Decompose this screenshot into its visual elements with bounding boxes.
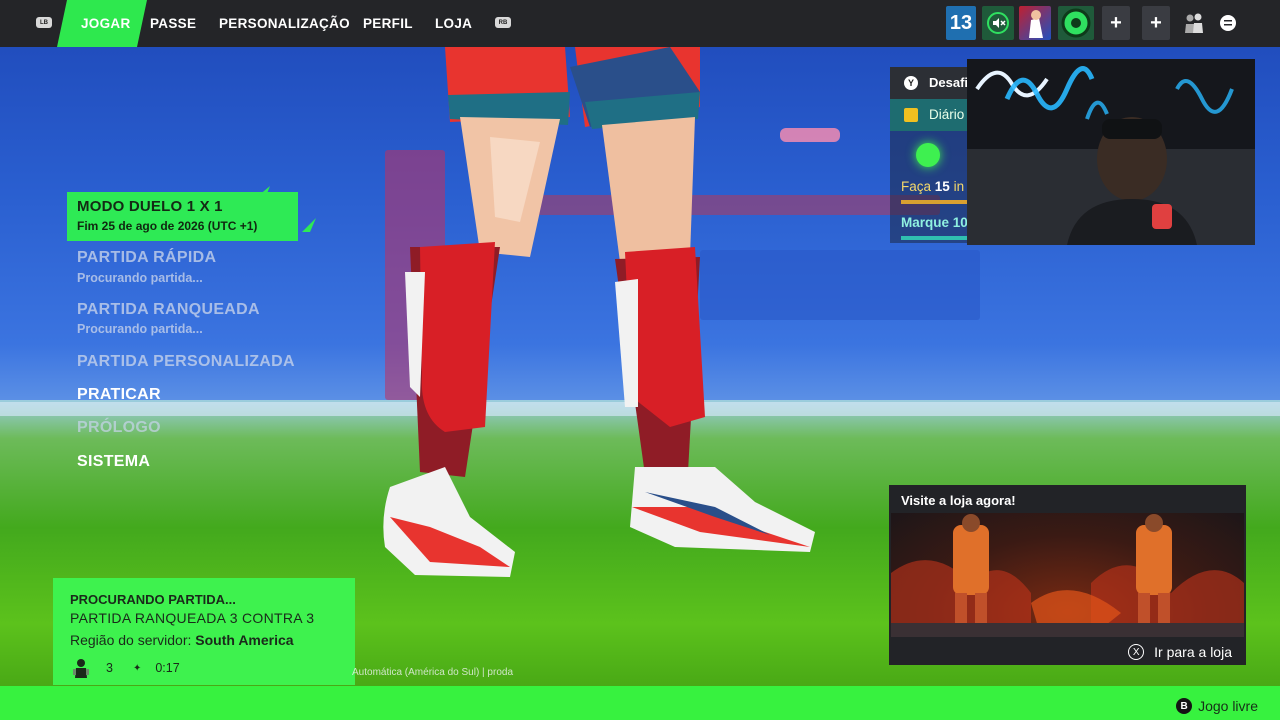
tab-jogar[interactable]: JOGAR: [81, 0, 131, 47]
duel-mode-card[interactable]: MODO DUELO 1 X 1 Fim 25 de ago de 2026 (…: [67, 192, 298, 241]
search-timer: 0:17: [155, 661, 180, 675]
lb-bumper-icon[interactable]: LB: [36, 17, 52, 28]
menu-prologo[interactable]: PRÓLOGO: [77, 419, 161, 437]
challenge-task-1: Faça 15 in: [901, 179, 964, 194]
challenge-task-2: Marque 10: [901, 215, 968, 230]
menu-partida-rapida[interactable]: PARTIDA RÁPIDA: [77, 249, 216, 267]
matchmaking-mode: PARTIDA RANQUEADA 3 CONTRA 3: [70, 610, 315, 626]
x-button-icon: X: [1128, 644, 1145, 660]
daily-tab-label: Diário: [929, 107, 965, 122]
ticket-icon: [904, 108, 918, 122]
tab-personalizacao[interactable]: PERSONALIZAÇÃO: [219, 0, 350, 47]
server-region-label: Região do servidor:: [70, 632, 192, 648]
store-promo-panel[interactable]: Visite a loja agora! X Ir para a loja: [889, 485, 1246, 665]
matchmaking-stats: 3 ✦ 0:17: [70, 658, 180, 678]
matchmaking-title: PROCURANDO PARTIDA...: [70, 592, 236, 607]
ball-icon[interactable]: [1058, 6, 1094, 40]
store-promo-image: [891, 513, 1244, 637]
menu-partida-rapida-status: Procurando partida...: [77, 271, 203, 285]
webcam-feed: [967, 59, 1255, 245]
level-badge[interactable]: 13: [946, 6, 976, 40]
server-region-value: South America: [195, 632, 294, 648]
menu-partida-ranqueada[interactable]: PARTIDA RANQUEADA: [77, 301, 260, 319]
task-1-prefix: Faça: [901, 179, 932, 194]
bottom-bar: B Jogo livre: [0, 686, 1280, 720]
avatar-icon[interactable]: [1019, 6, 1051, 40]
duel-mode-subtitle: Fim 25 de ago de 2026 (UTC +1): [77, 219, 258, 233]
webcam-overlay: [967, 59, 1255, 245]
rb-bumper-icon[interactable]: RB: [495, 17, 511, 28]
menu-sistema[interactable]: SISTEMA: [77, 453, 150, 471]
top-nav-bar: LB JOGAR PASSE PERSONALIZAÇÃO PERFIL LOJ…: [0, 0, 1280, 47]
player-legs: [383, 47, 815, 577]
challenges-title: Desafi: [929, 75, 969, 90]
players-icon: [73, 659, 89, 678]
progress-orb-icon: [916, 143, 940, 167]
mute-icon[interactable]: [982, 6, 1014, 40]
tab-passe[interactable]: PASSE: [150, 0, 196, 47]
store-promo-title: Visite a loja agora!: [901, 493, 1016, 508]
party-icon[interactable]: [1180, 6, 1208, 40]
go-to-store-button[interactable]: X Ir para a loja: [1128, 644, 1232, 660]
free-play-label: Jogo livre: [1198, 698, 1258, 714]
tab-loja[interactable]: LOJA: [435, 0, 472, 47]
accent-flash-icon: [302, 218, 316, 232]
plus-icon[interactable]: +: [1102, 6, 1130, 40]
players-count: 3: [106, 661, 113, 675]
task-1-suffix: in: [953, 179, 965, 194]
server-region: Região do servidor: South America: [70, 632, 294, 648]
matchmaking-panel: PROCURANDO PARTIDA... PARTIDA RANQUEADA …: [53, 578, 355, 685]
menu-partida-personalizada[interactable]: PARTIDA PERSONALIZADA: [77, 353, 295, 371]
free-play-button[interactable]: B Jogo livre: [1176, 698, 1258, 714]
timer-icon: ✦: [132, 662, 142, 674]
plus-icon[interactable]: +: [1142, 6, 1170, 40]
menu-praticar[interactable]: PRATICAR: [77, 386, 161, 404]
y-button-icon: Y: [904, 76, 918, 90]
menu-partida-ranqueada-status: Procurando partida...: [77, 322, 203, 336]
version-info: Automática (América do Sul) | proda: [352, 667, 514, 678]
task-1-number: 15: [934, 179, 950, 194]
go-to-store-label: Ir para a loja: [1154, 644, 1232, 660]
b-button-icon: B: [1176, 698, 1193, 714]
store-characters-image: [891, 514, 1244, 637]
tab-perfil[interactable]: PERFIL: [363, 0, 413, 47]
menu-icon[interactable]: [1214, 6, 1242, 40]
duel-mode-title: MODO DUELO 1 X 1: [77, 198, 223, 215]
accent-flash-icon: [258, 186, 270, 196]
